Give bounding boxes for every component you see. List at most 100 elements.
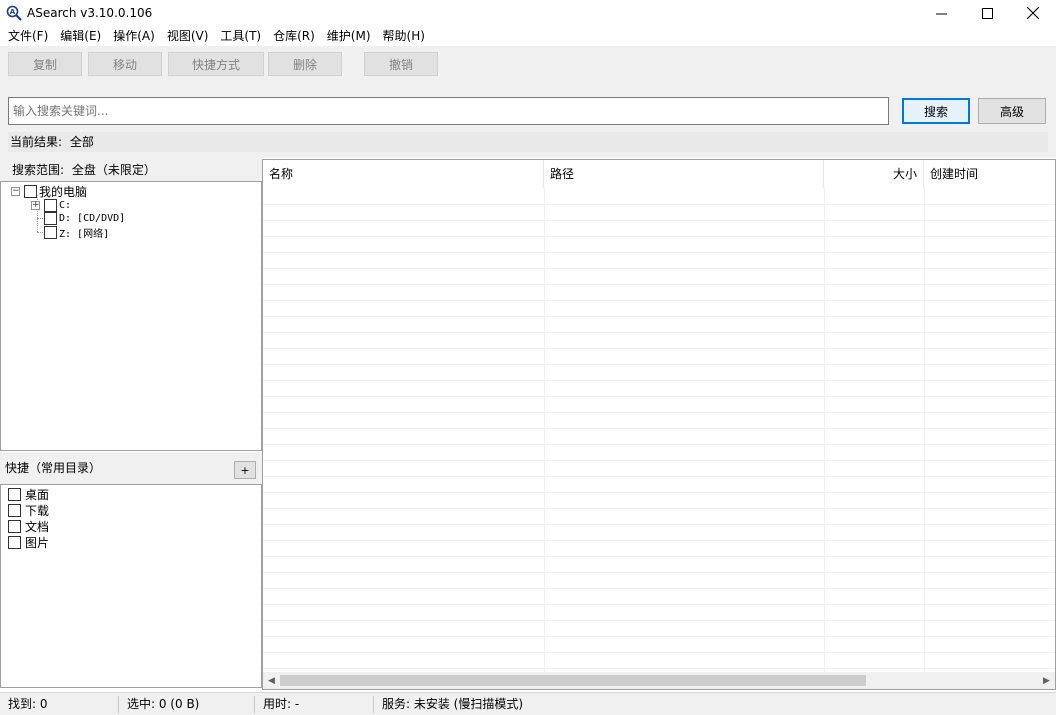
shortcut-button[interactable]: 快捷方式	[168, 52, 264, 76]
shortcut-checkbox[interactable]	[8, 488, 21, 501]
collapse-icon[interactable]: −	[11, 186, 20, 196]
shortcut-item[interactable]: 图片	[8, 535, 49, 550]
tree-drive-d[interactable]: D: [CD/DVD]	[44, 211, 125, 225]
menu-tools[interactable]: 工具(T)	[214, 26, 267, 46]
shortcut-title: 快捷（常用目录）	[5, 461, 102, 475]
close-button[interactable]	[1010, 0, 1056, 26]
tree-root-label: 我的电脑	[39, 184, 88, 199]
column-header-path[interactable]: 路径	[544, 160, 824, 188]
status-service: 服务: 未安装 (慢扫描模式)	[382, 697, 524, 711]
grid-line	[263, 412, 1055, 413]
grid-line	[263, 476, 1055, 477]
grid-line	[263, 540, 1055, 541]
grid-line	[263, 316, 1055, 317]
grid-line	[263, 204, 1055, 205]
status-selected: 选中: 0 (0 B)	[127, 697, 200, 711]
menu-file[interactable]: 文件(F)	[2, 26, 54, 46]
grid-line	[263, 380, 1055, 381]
scope-value: 全盘（未限定）	[71, 163, 156, 177]
horizontal-scrollbar[interactable]: ◀ ▶	[263, 672, 1055, 689]
tree-drive-z[interactable]: Z: [网络]	[44, 225, 110, 240]
shortcut-checkbox[interactable]	[8, 536, 21, 549]
grid-line	[263, 348, 1055, 349]
grid-line	[824, 188, 825, 672]
minimize-button[interactable]	[918, 0, 964, 26]
shortcut-item[interactable]: 桌面	[8, 487, 49, 502]
menu-edit[interactable]: 编辑(E)	[54, 26, 107, 46]
menu-help[interactable]: 帮助(H)	[377, 26, 431, 46]
grid-line	[263, 492, 1055, 493]
shortcut-label: 桌面	[25, 488, 50, 502]
grid-line	[544, 188, 545, 672]
drive-z-label: Z: [网络]	[59, 228, 110, 240]
minimize-icon	[935, 13, 947, 14]
menu-action[interactable]: 操作(A)	[107, 26, 161, 46]
status-found: 找到: 0	[8, 697, 48, 711]
grid-line	[263, 364, 1055, 365]
shortcut-item[interactable]: 文档	[8, 519, 49, 534]
drive-d-checkbox[interactable]	[44, 211, 57, 225]
drive-c-checkbox[interactable]	[44, 198, 57, 212]
grid-line	[263, 588, 1055, 589]
scope-header: 搜索范围: 全盘（未限定）	[0, 158, 262, 181]
maximize-button[interactable]	[964, 0, 1010, 26]
drive-z-checkbox[interactable]	[44, 225, 57, 239]
search-input[interactable]	[8, 97, 889, 125]
status-elapsed: 用时: -	[263, 697, 300, 711]
grid-line	[263, 620, 1055, 621]
shortcut-list: 桌面 下载 文档 图片	[0, 484, 262, 688]
add-shortcut-button[interactable]: +	[234, 461, 256, 479]
grid-line	[263, 236, 1055, 237]
grid-line	[263, 284, 1055, 285]
column-header-created[interactable]: 创建时间	[924, 160, 1055, 188]
menu-repository[interactable]: 仓库(R)	[267, 26, 321, 46]
undo-button[interactable]: 撤销	[364, 52, 438, 76]
maximize-icon	[981, 7, 993, 19]
grid-line	[263, 220, 1055, 221]
current-result-label: 当前结果:	[10, 135, 63, 149]
grid-line	[263, 300, 1055, 301]
current-result-value: 全部	[69, 135, 94, 149]
advanced-button[interactable]: 高级	[978, 98, 1046, 124]
shortcut-item[interactable]: 下载	[8, 503, 49, 518]
tree-drive-c[interactable]: + C:	[31, 198, 71, 212]
tree-root-row[interactable]: − 我的电脑	[11, 184, 88, 199]
scrollbar-thumb[interactable]	[280, 675, 866, 686]
shortcut-checkbox[interactable]	[8, 504, 21, 517]
toolbar: 复制 移动 快捷方式 删除 撤销	[0, 46, 1056, 82]
expand-icon[interactable]: +	[31, 200, 40, 210]
grid-line	[263, 636, 1055, 637]
scroll-left-icon[interactable]: ◀	[263, 672, 280, 689]
scope-label: 搜索范围:	[12, 163, 65, 177]
shortcut-label: 图片	[25, 536, 50, 550]
move-button[interactable]: 移动	[88, 52, 162, 76]
copy-button[interactable]: 复制	[8, 52, 82, 76]
delete-button[interactable]: 删除	[268, 52, 342, 76]
shortcut-checkbox[interactable]	[8, 520, 21, 533]
results-table[interactable]: 名称 路径 大小 创建时间 ◀ ▶	[262, 159, 1056, 690]
current-result-bar: 当前结果: 全部	[8, 132, 1048, 152]
menu-bar: 文件(F) 编辑(E) 操作(A) 视图(V) 工具(T) 仓库(R) 维护(M…	[0, 26, 1056, 46]
app-search-icon: A	[6, 5, 22, 21]
grid-line	[263, 444, 1055, 445]
column-header-name[interactable]: 名称	[263, 160, 544, 188]
grid-line	[263, 508, 1055, 509]
grid-line	[263, 396, 1055, 397]
drive-c-label: C:	[59, 199, 72, 211]
grid-line	[263, 572, 1055, 573]
menu-view[interactable]: 视图(V)	[161, 26, 215, 46]
search-button[interactable]: 搜索	[902, 98, 970, 124]
grid-line	[263, 428, 1055, 429]
grid-line	[263, 668, 1055, 669]
menu-maintenance[interactable]: 维护(M)	[321, 26, 377, 46]
scroll-right-icon[interactable]: ▶	[1038, 672, 1055, 689]
column-header-size[interactable]: 大小	[824, 160, 924, 188]
shortcut-label: 下载	[25, 504, 50, 518]
root-checkbox[interactable]	[24, 184, 37, 198]
title-bar: A ASearch v3.10.0.106	[0, 0, 1056, 26]
grid-line	[263, 332, 1055, 333]
grid-line	[263, 652, 1055, 653]
grid-line	[263, 556, 1055, 557]
grid-line	[924, 188, 925, 672]
grid-line	[263, 604, 1055, 605]
